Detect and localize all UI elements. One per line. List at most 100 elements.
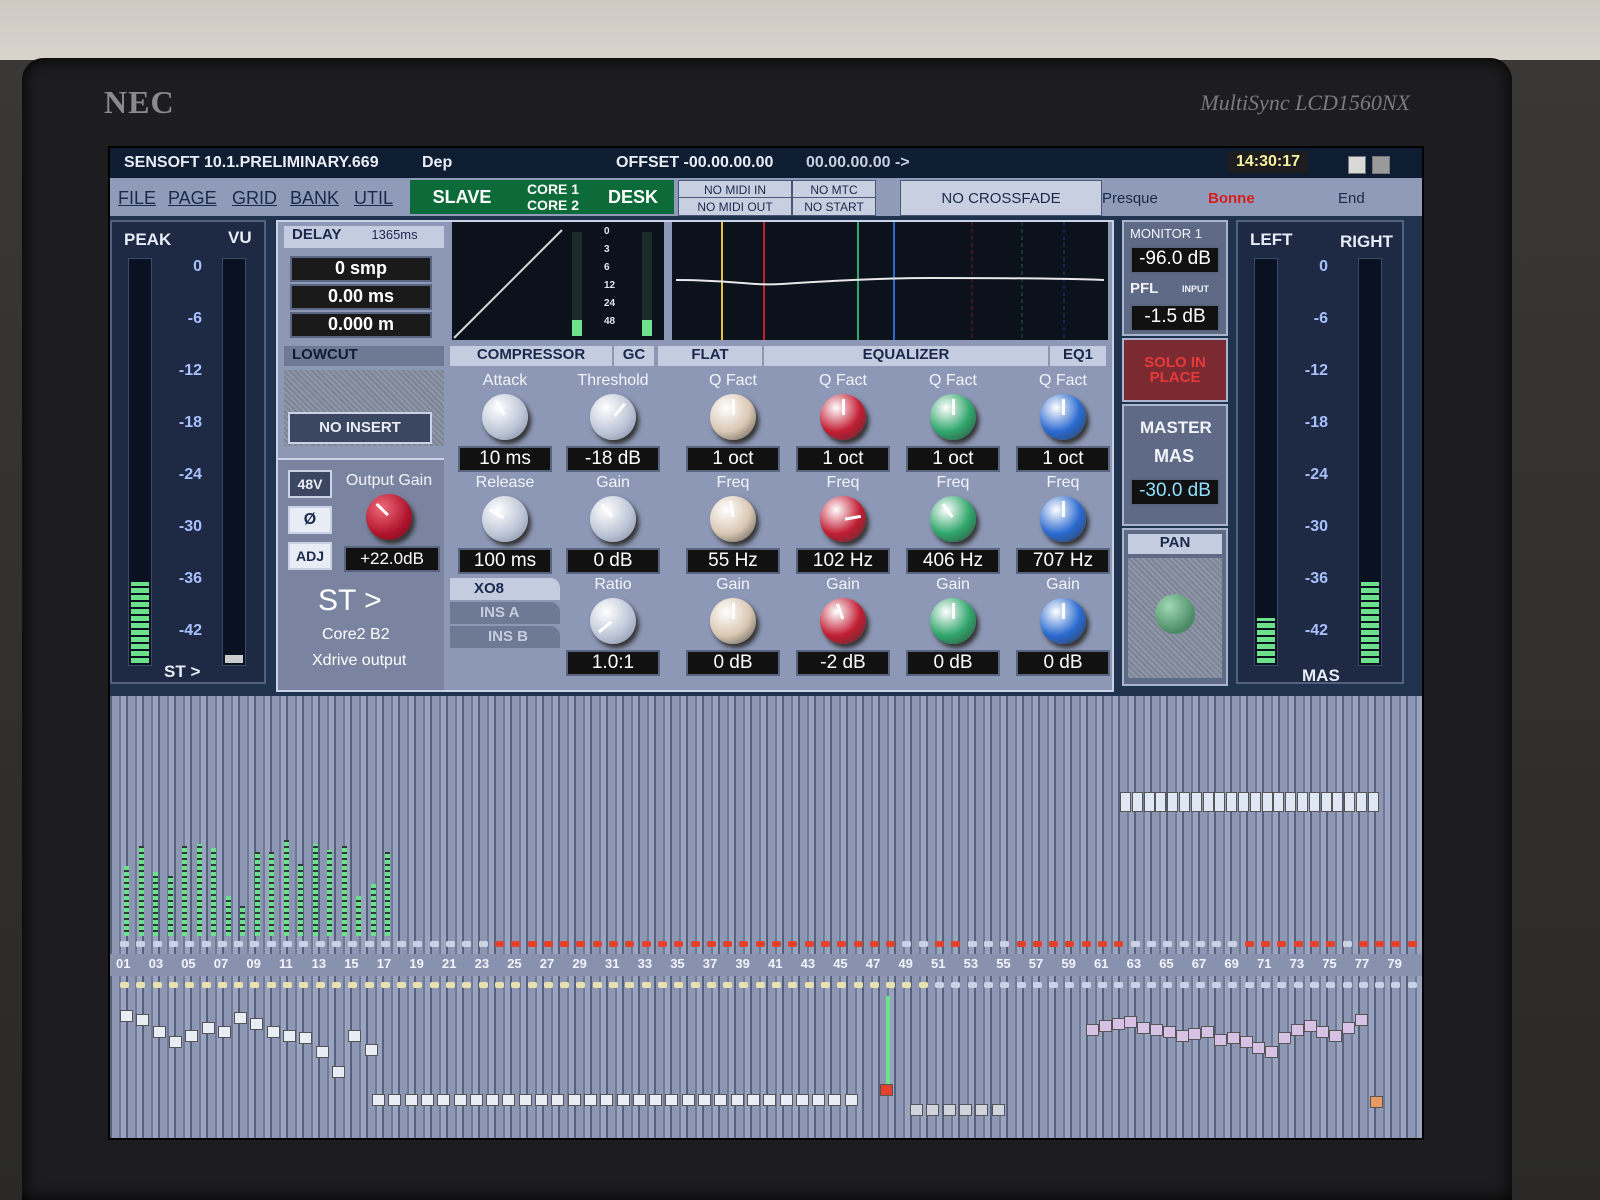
channel-select-led[interactable] [657, 982, 667, 988]
fader-cap[interactable] [388, 1094, 402, 1106]
fader-cap[interactable] [348, 1030, 362, 1042]
eq-band1-q-knob[interactable] [710, 394, 756, 440]
channel-status-led[interactable] [1358, 941, 1368, 947]
channel-select-led[interactable] [446, 982, 455, 988]
insert-tab-ins-b[interactable]: INS B [450, 626, 560, 648]
channel-status-led[interactable] [1195, 941, 1205, 947]
channel-select-led[interactable] [429, 982, 439, 988]
upper-fader-cap[interactable] [1367, 792, 1379, 812]
channel-select-led[interactable] [1098, 982, 1107, 988]
eq-band3-q-knob[interactable] [930, 394, 976, 440]
channel-select-led[interactable] [152, 982, 162, 988]
fader-cap[interactable] [1214, 1034, 1227, 1046]
fader-cap[interactable] [795, 1094, 809, 1106]
upper-fader-cap[interactable] [1202, 792, 1214, 812]
channel-select-led[interactable] [348, 982, 358, 988]
maximize-button[interactable] [1348, 156, 1366, 174]
eq-band3-gain-knob[interactable] [930, 598, 976, 644]
delay-header[interactable]: DELAY 1365ms [284, 226, 444, 248]
fader-cap[interactable] [201, 1022, 215, 1034]
channel-select-led[interactable] [641, 982, 651, 988]
channel-select-led[interactable] [755, 982, 765, 988]
fader-cap[interactable] [120, 1010, 133, 1022]
slave-button[interactable]: SLAVE [410, 180, 514, 214]
channel-status-led[interactable] [1228, 941, 1238, 947]
channel-select-led[interactable] [1342, 982, 1352, 988]
insert-tab-xo8[interactable]: XO8 [450, 578, 560, 600]
channel-status-led[interactable] [967, 941, 977, 947]
channel-status-led[interactable] [641, 941, 651, 947]
channel-select-led[interactable] [1261, 982, 1270, 988]
channel-status-led[interactable] [1032, 941, 1042, 947]
channel-status-led[interactable] [886, 941, 896, 947]
fader-cap[interactable] [730, 1094, 744, 1106]
channel-status-led[interactable] [364, 941, 374, 947]
fader-cap[interactable] [535, 1094, 548, 1106]
channel-select-led[interactable] [299, 982, 309, 988]
channel-status-led[interactable] [397, 941, 407, 947]
channel-status-led[interactable] [983, 941, 993, 947]
channel-select-led[interactable] [820, 982, 830, 988]
comp-gain-knob[interactable] [590, 496, 636, 542]
fader-cap[interactable] [926, 1104, 940, 1116]
channel-select-led[interactable] [120, 982, 129, 988]
channel-status-led[interactable] [1342, 941, 1352, 947]
channel-status-led[interactable] [869, 941, 879, 947]
attack-value[interactable]: 10 ms [458, 446, 552, 472]
channel-status-led[interactable] [462, 941, 472, 947]
fader-cap[interactable] [1124, 1016, 1138, 1028]
channel-status-led[interactable] [560, 941, 570, 947]
phantom-48v-button[interactable]: 48V [288, 470, 332, 498]
crossfade-status[interactable]: NO CROSSFADE [900, 180, 1102, 216]
channel-status-led[interactable] [380, 941, 390, 947]
channel-select-led[interactable] [983, 982, 993, 988]
upper-fader-cap[interactable] [1179, 792, 1190, 812]
fader-cap[interactable] [152, 1026, 166, 1038]
fader-cap[interactable] [975, 1104, 989, 1116]
channel-status-led[interactable] [1114, 941, 1124, 947]
fader-cap[interactable] [1175, 1030, 1189, 1042]
channel-select-led[interactable] [853, 982, 863, 988]
output-gain-knob[interactable] [366, 494, 412, 540]
upper-fader-cap[interactable] [1332, 792, 1344, 812]
upper-fader-cap[interactable] [1143, 792, 1155, 812]
channel-select-led[interactable] [543, 982, 553, 988]
channel-status-led[interactable] [935, 941, 944, 947]
fader-cap[interactable] [518, 1094, 532, 1106]
channel-status-led[interactable] [331, 941, 341, 947]
upper-fader-cap[interactable] [1261, 792, 1273, 812]
channel-select-led[interactable] [576, 982, 586, 988]
release-value[interactable]: 100 ms [458, 548, 552, 574]
channel-select-led[interactable] [1163, 982, 1173, 988]
fader-cap[interactable] [632, 1094, 646, 1106]
channel-status-led[interactable] [1098, 941, 1107, 947]
channel-status-led[interactable] [168, 941, 178, 947]
eq-preset[interactable]: EQ1 [1050, 346, 1106, 366]
upper-fader-cap[interactable] [1344, 792, 1356, 812]
channel-select-led[interactable] [1114, 982, 1124, 988]
channel-status-led[interactable] [1146, 941, 1156, 947]
channel-status-led[interactable] [690, 941, 700, 947]
upper-fader-cap[interactable] [1155, 792, 1167, 812]
channel-select-led[interactable] [609, 982, 618, 988]
channel-status-led[interactable] [918, 941, 928, 947]
channel-status-led[interactable] [609, 941, 618, 947]
fader-cap[interactable] [910, 1104, 923, 1116]
fader-cap[interactable] [364, 1044, 378, 1056]
channel-status-led[interactable] [1407, 941, 1417, 947]
channel-select-led[interactable] [706, 982, 716, 988]
channel-status-led[interactable] [1130, 941, 1140, 947]
channel-select-led[interactable] [918, 982, 928, 988]
fader-cap[interactable] [1265, 1046, 1279, 1058]
fader-cap[interactable] [1316, 1026, 1330, 1038]
eq-band1-gain-value[interactable]: 0 dB [686, 650, 780, 676]
upper-fader-cap[interactable] [1308, 792, 1320, 812]
fader-cap[interactable] [1239, 1036, 1253, 1048]
phase-button[interactable]: Ø [288, 506, 332, 534]
channel-select-led[interactable] [1407, 982, 1417, 988]
channel-select-led[interactable] [331, 982, 341, 988]
eq-band1-freq-knob[interactable] [710, 496, 756, 542]
channel-select-led[interactable] [217, 982, 227, 988]
fader-cap[interactable] [1342, 1022, 1355, 1034]
fader-cap[interactable] [217, 1026, 231, 1038]
